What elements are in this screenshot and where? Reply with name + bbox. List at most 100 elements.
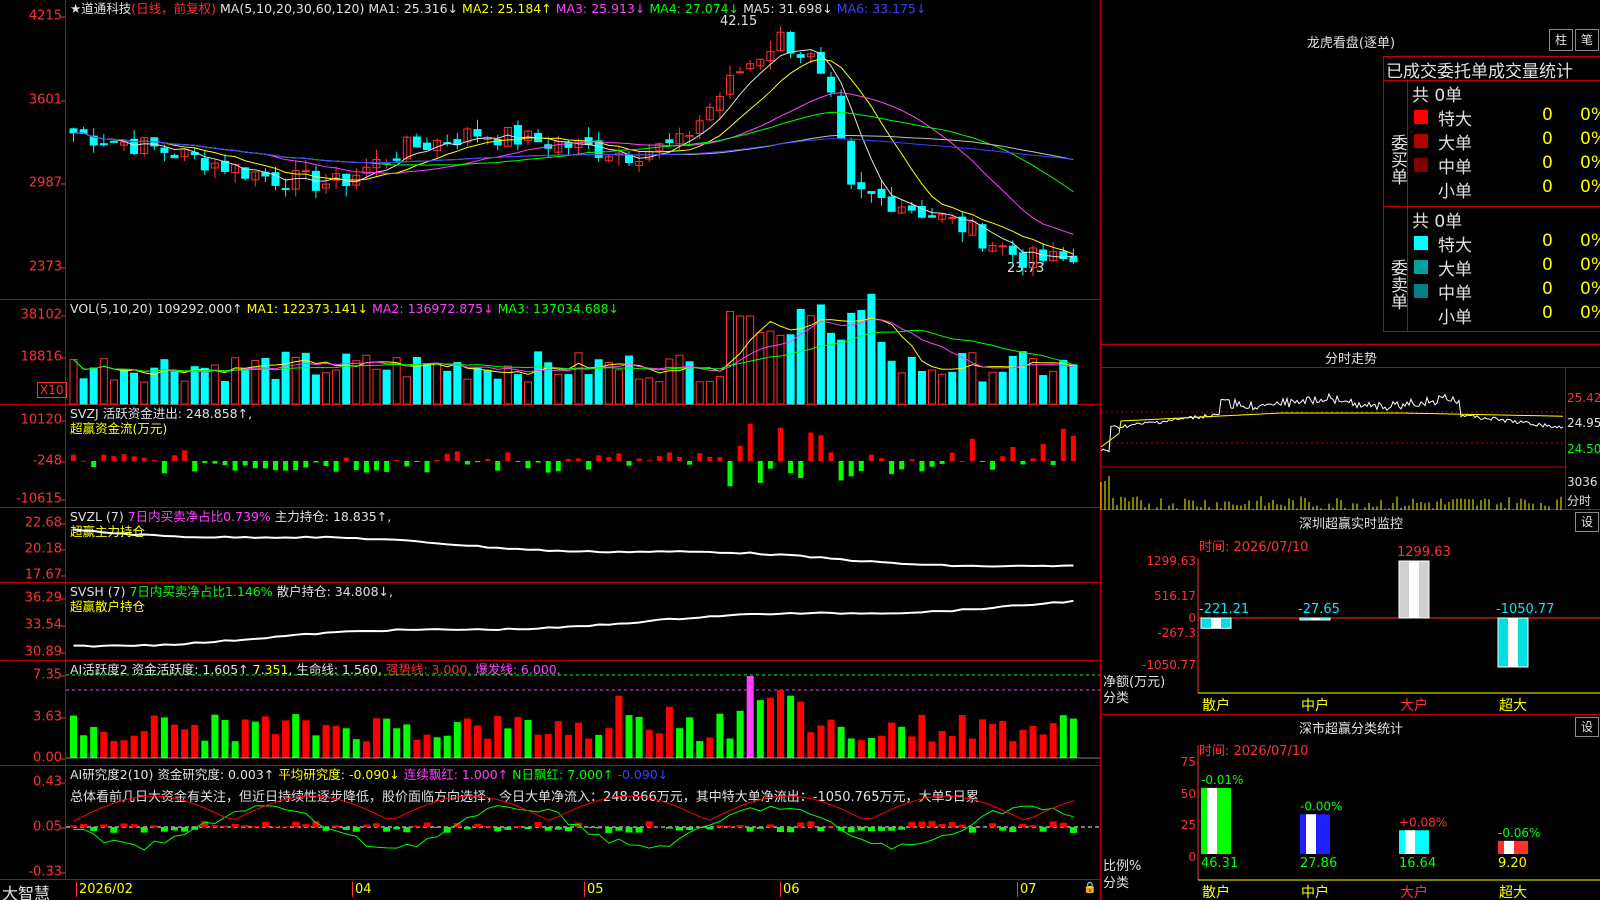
- color-swatch: [1414, 284, 1428, 298]
- buy-row: 特大 0 0%: [1410, 105, 1600, 130]
- volume-bar: [433, 363, 442, 405]
- classify-panel[interactable]: 深市超赢分类统计 设 时间: 2026/07/10 75 50 25 0 比例%…: [1100, 715, 1600, 900]
- bar-mode-button[interactable]: 柱: [1549, 29, 1573, 51]
- activity-bar: [746, 676, 754, 758]
- activity-bar: [373, 718, 380, 758]
- money-flow-bar: [182, 450, 188, 461]
- row-value: 0: [1542, 177, 1553, 197]
- activity-bar: [70, 715, 77, 758]
- money-flow-bar: [697, 453, 703, 461]
- candle-body: [69, 128, 78, 134]
- money-flow-bar: [91, 461, 97, 468]
- volume-bar: [342, 353, 351, 405]
- activity-bar: [443, 735, 451, 758]
- research-bar: [171, 827, 178, 831]
- volume-bar: [887, 360, 896, 405]
- volume-bar: [948, 371, 957, 405]
- money-flow-bar: [576, 458, 581, 461]
- row-percent: 0%: [1580, 231, 1600, 251]
- svzl-pane[interactable]: 22.68 20.18 17.67 SVZL (7) 7日内买卖净占比0.739…: [0, 508, 1100, 583]
- candle-body: [907, 205, 916, 211]
- intraday-panel[interactable]: 分时走势 25.42 24.95 24.50 3036 分时: [1100, 345, 1600, 510]
- volume-pane[interactable]: 38102 18816 X10 VOL(5,10,20) 109292.000↑…: [0, 293, 1100, 405]
- volume-ma-line: [73, 317, 1074, 376]
- price-axis: 4215 3601 2987 2373: [0, 0, 66, 299]
- volume-bar: [645, 377, 654, 405]
- sell-rows: 共 0单 特大 0 0% 大单 0 0% 中单 0 0% 小单 0 0%: [1410, 207, 1600, 333]
- tick-mode-button[interactable]: 笔: [1575, 29, 1599, 51]
- activity-bar: [211, 714, 219, 758]
- research-bar: [888, 827, 896, 831]
- candle-body: [837, 95, 846, 139]
- candle-body: [857, 182, 866, 190]
- ai-activity-pane[interactable]: 7.35 3.63 0.00 AI活跃度2 资金活跃度: 1.605↑ 7.35…: [0, 661, 1100, 766]
- activity-bar: [251, 721, 259, 758]
- intraday-avg-line: [1100, 412, 1564, 448]
- money-flow-bar: [444, 454, 450, 461]
- ai-research-axis-label: 0.43: [33, 774, 65, 790]
- research-bar: [484, 825, 492, 827]
- monitor-bar-label: -221.21: [1199, 602, 1249, 617]
- money-flow-bar: [71, 454, 76, 461]
- money-flow-bar: [161, 461, 167, 474]
- research-bar: [1069, 827, 1077, 833]
- activity-bar: [504, 728, 512, 758]
- volume-bar: [483, 369, 492, 405]
- svsh-pane[interactable]: 36.29 33.54 30.89 SVSH (7) 7日内买卖净占比1.146…: [0, 583, 1100, 661]
- monitor-category-label: 超大: [1499, 698, 1527, 714]
- research-bar: [544, 827, 552, 831]
- research-bar: [787, 827, 795, 833]
- research-bar: [554, 827, 562, 830]
- ai-activity-axis-label: 0.00: [33, 750, 65, 766]
- ai-research-pane[interactable]: 0.43 0.05 -0.33 AI研究度2(10) 资金研究度: 0.003↑…: [0, 766, 1100, 880]
- row-name: 大单: [1438, 134, 1472, 154]
- money-flow-bar: [293, 461, 299, 471]
- kline-chart-area[interactable]: 4215 3601 2987 2373 ★道通科技(日线，前复权) MA(5,1…: [0, 0, 1100, 900]
- candle-body: [392, 158, 401, 161]
- money-flow-bar: [899, 461, 905, 470]
- volume-bar: [1059, 359, 1068, 405]
- ai-activity-axis-label: 7.35: [33, 667, 65, 683]
- classify-bar-highlight: [1405, 830, 1415, 854]
- classify-category-label: 大户: [1400, 885, 1428, 900]
- candle-body: [1069, 255, 1078, 263]
- activity-bar: [665, 706, 673, 758]
- classify-bar-highlight: [1504, 840, 1514, 854]
- activity-bar: [1039, 734, 1047, 758]
- volume-bar: [635, 378, 644, 405]
- sell-row: 小单 0 0%: [1410, 303, 1600, 328]
- money-flow-bar: [798, 461, 804, 479]
- research-bar: [423, 822, 431, 827]
- money-flow-bar: [879, 458, 884, 461]
- retail-holding-line: [73, 599, 1074, 648]
- activity-bar: [282, 720, 290, 758]
- money-flow-bar: [81, 460, 87, 462]
- buy-row: 大单 0 0%: [1410, 129, 1600, 154]
- money-flow-bar: [636, 458, 642, 461]
- money-flow-bar: [757, 461, 763, 483]
- svzj-pane[interactable]: 10120 -248 -10615 SVZJ 活跃资金进出: 248.858↑,…: [0, 405, 1100, 508]
- research-bar: [150, 825, 158, 827]
- money-flow-bar: [525, 461, 531, 469]
- buy-block: 委买单 共 0单 特大 0 0% 大单 0 0% 中单 0 0% 小单 0 0%: [1383, 80, 1600, 207]
- research-bar: [807, 821, 815, 827]
- sell-row: 中单 0 0%: [1410, 279, 1600, 304]
- lock-icon[interactable]: 🔒: [1083, 881, 1097, 894]
- price-pane[interactable]: 4215 3601 2987 2373 ★道通科技(日线，前复权) MA(5,1…: [0, 0, 1100, 300]
- monitor-bar-highlight: [1211, 618, 1221, 629]
- money-flow-bar: [535, 461, 541, 463]
- money-flow-bar: [464, 461, 470, 465]
- classify-bar-chart: -0.01% 46.31 -0.00% 27.86 +0.08% 16.64 -0.06% 9…: [1197, 745, 1600, 881]
- svzl-line: [73, 528, 1074, 568]
- volume-bar: [625, 355, 633, 405]
- money-flow-bar: [949, 452, 955, 461]
- activity-bar: [160, 717, 168, 758]
- candle-body: [109, 140, 118, 143]
- research-bar: [120, 823, 128, 827]
- research-bar: [564, 827, 572, 832]
- monitor-panel[interactable]: 深圳超赢实时监控 设 时间: 2026/07/10 1299.63 516.17…: [1100, 510, 1600, 715]
- volume-bar: [281, 351, 290, 405]
- activity-bar: [1049, 723, 1057, 758]
- money-flow-bar: [283, 461, 289, 471]
- money-flow-bar: [666, 452, 672, 461]
